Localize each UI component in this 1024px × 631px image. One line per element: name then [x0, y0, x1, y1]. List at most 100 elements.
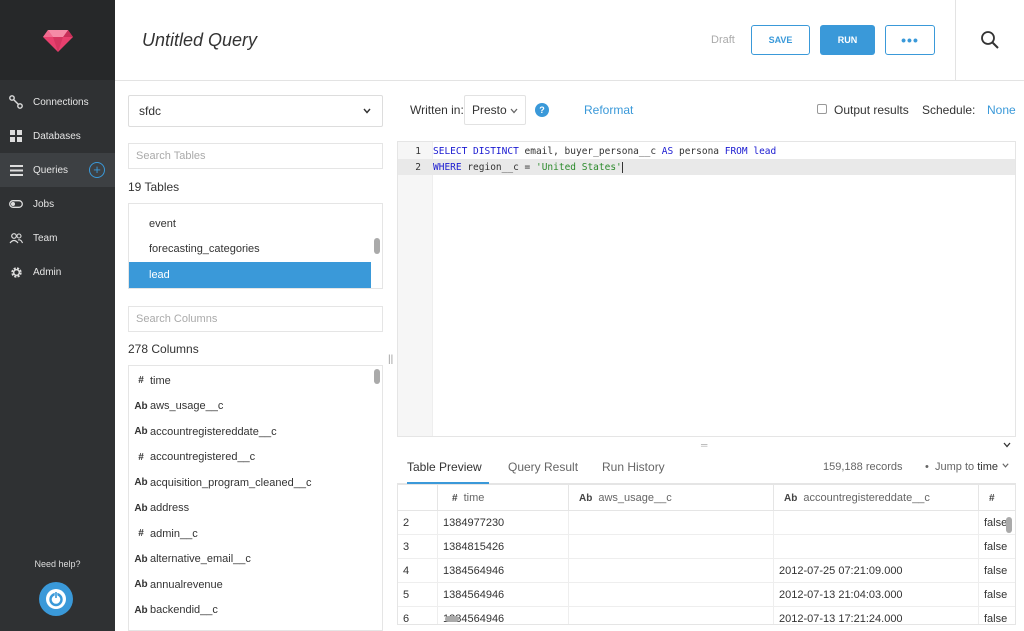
table-item[interactable]: event [129, 211, 382, 237]
more-options-button[interactable]: ••• [885, 25, 935, 55]
text-type-icon: Ab [134, 579, 148, 591]
draft-status: Draft [711, 34, 735, 46]
column-item[interactable]: Ab annualrevenue [129, 572, 382, 598]
sidebar-item-label: Jobs [33, 198, 55, 210]
panel-resize-handle[interactable]: || [388, 354, 393, 365]
table-row[interactable]: 5 1384564946 2012-07-13 21:04:03.000 fal… [398, 583, 1015, 607]
table-item[interactable]: forecasting_categories [129, 237, 382, 263]
sidebar-item-label: Queries [33, 164, 69, 176]
jump-to-select[interactable]: • Jump to time [925, 461, 1010, 473]
grid-column-header[interactable]: Ab aws_usage__c [569, 485, 774, 511]
column-item[interactable]: # accountregistered__c [129, 445, 382, 471]
sidebar-item-queries[interactable]: Queries + [0, 153, 115, 187]
grid-column-header[interactable]: # time [438, 485, 569, 511]
new-query-button[interactable]: + [89, 162, 105, 178]
grid-horizontal-scrollbar[interactable] [445, 616, 459, 622]
column-item[interactable]: # admin__c [129, 521, 382, 547]
text-type-icon: Ab [134, 426, 148, 438]
power-icon [46, 589, 66, 609]
column-item[interactable]: Ab address [129, 496, 382, 522]
global-search-button[interactable] [955, 0, 1024, 80]
query-title[interactable]: Untitled Query [142, 30, 257, 51]
line-number: 2 [415, 161, 421, 173]
output-results-checkbox[interactable] [817, 104, 827, 114]
help-icon[interactable]: ? [535, 103, 549, 117]
tab-run-history[interactable]: Run History [602, 460, 665, 474]
table-row[interactable]: 3 1384815426 false [398, 535, 1015, 559]
database-select[interactable]: sfdc [128, 95, 383, 127]
schedule-label: Schedule: [922, 103, 976, 117]
output-results-label[interactable]: Output results [834, 103, 909, 117]
grid-index-header [398, 485, 438, 511]
search-icon [981, 31, 999, 49]
chevron-down-icon [363, 108, 371, 114]
reformat-button[interactable]: Reformat [584, 103, 633, 117]
sidebar-item-jobs[interactable]: Jobs [0, 187, 115, 221]
columns-count: 278 Columns [128, 342, 199, 356]
language-select[interactable]: Presto [464, 95, 526, 125]
help-label: Need help? [34, 559, 81, 569]
grid-column-header[interactable]: Ab accountregistereddate__c [774, 485, 979, 511]
table-row[interactable]: 2 1384977230 false [398, 511, 1015, 535]
sql-editor[interactable]: 1 SELECT DISTINCT email, buyer_persona__… [397, 141, 1016, 437]
language-select-value: Presto [472, 103, 507, 117]
results-grid: # time Ab aws_usage__c Ab accountregistered… [397, 484, 1016, 625]
code-line[interactable]: 1 SELECT DISTINCT email, buyer_persona__… [398, 143, 1015, 159]
schedule-value-link[interactable]: None [987, 103, 1016, 117]
grid-column-header[interactable]: # [979, 485, 1015, 511]
table-item-selected[interactable]: lead [129, 262, 371, 288]
column-item[interactable]: Ab acquisition_program_cleaned__c [129, 470, 382, 496]
save-button[interactable]: SAVE [751, 25, 810, 55]
line-number: 1 [415, 145, 421, 157]
tables-scrollbar[interactable] [374, 238, 380, 254]
column-item[interactable]: Ab aws_usage__c [129, 394, 382, 420]
chevron-down-icon[interactable] [1002, 440, 1012, 450]
editor-resize-handle[interactable]: ═ [701, 440, 707, 450]
databases-icon [9, 129, 23, 143]
sidebar-item-team[interactable]: Team [0, 221, 115, 255]
sidebar-item-connections[interactable]: Connections [0, 85, 115, 119]
help-button[interactable] [39, 582, 73, 616]
jobs-icon [9, 197, 23, 211]
number-type-icon: # [138, 375, 144, 387]
records-count: 159,188 records [823, 461, 903, 473]
run-button[interactable]: RUN [820, 25, 875, 55]
editor-toolbar: Written in: Presto ? Reformat Output res… [410, 95, 1020, 125]
columns-scrollbar[interactable] [374, 369, 380, 384]
text-type-icon: Ab [134, 502, 148, 514]
text-type-icon: Ab [134, 604, 148, 616]
sidebar-item-label: Databases [33, 130, 81, 142]
tab-table-preview[interactable]: Table Preview [407, 460, 482, 474]
line-gutter [398, 142, 433, 436]
column-item[interactable]: Ab alternative_email__c [129, 547, 382, 573]
search-tables-input[interactable]: Search Tables [128, 143, 383, 169]
jump-to-label: Jump to [934, 461, 975, 473]
chevron-down-icon [1002, 463, 1009, 468]
number-type-icon: # [138, 528, 144, 540]
columns-list: # time Ab aws_usage__c Ab accountregistered… [128, 365, 383, 631]
column-item[interactable]: # time [129, 368, 382, 394]
jump-to-value: time [977, 461, 998, 473]
column-item[interactable]: Ab accountregistereddate__c [129, 419, 382, 445]
column-item[interactable]: Ab backendid__c [129, 598, 382, 624]
written-in-label: Written in: [410, 103, 464, 117]
tables-list: event forecasting_categories lead [128, 203, 383, 289]
tab-query-result[interactable]: Query Result [508, 460, 578, 474]
sidebar-item-label: Team [33, 232, 58, 244]
sidebar-item-databases[interactable]: Databases [0, 119, 115, 153]
table-row[interactable]: 4 1384564946 2012-07-25 07:21:09.000 fal… [398, 559, 1015, 583]
grid-vertical-scrollbar[interactable] [1006, 517, 1012, 533]
sidebar-item-admin[interactable]: Admin [0, 255, 115, 289]
results-tabs: Table Preview Query Result Run History 1… [397, 454, 1016, 484]
sidebar: Connections Databases Queries + Jobs Tea… [0, 0, 115, 631]
team-icon [9, 231, 23, 245]
logo[interactable] [0, 0, 115, 80]
text-cursor [621, 161, 623, 173]
search-columns-input[interactable]: Search Columns [128, 306, 383, 332]
text-type-icon: Ab [134, 477, 148, 489]
table-row[interactable]: 6 1384564946 2012-07-13 17:21:24.000 fal… [398, 607, 1015, 624]
queries-icon [9, 163, 23, 177]
code-line-active[interactable]: 2 WHERE region__c = 'United States' [398, 159, 1015, 175]
header: Untitled Query Draft SAVE RUN ••• [115, 0, 1024, 81]
gear-icon [9, 265, 23, 279]
